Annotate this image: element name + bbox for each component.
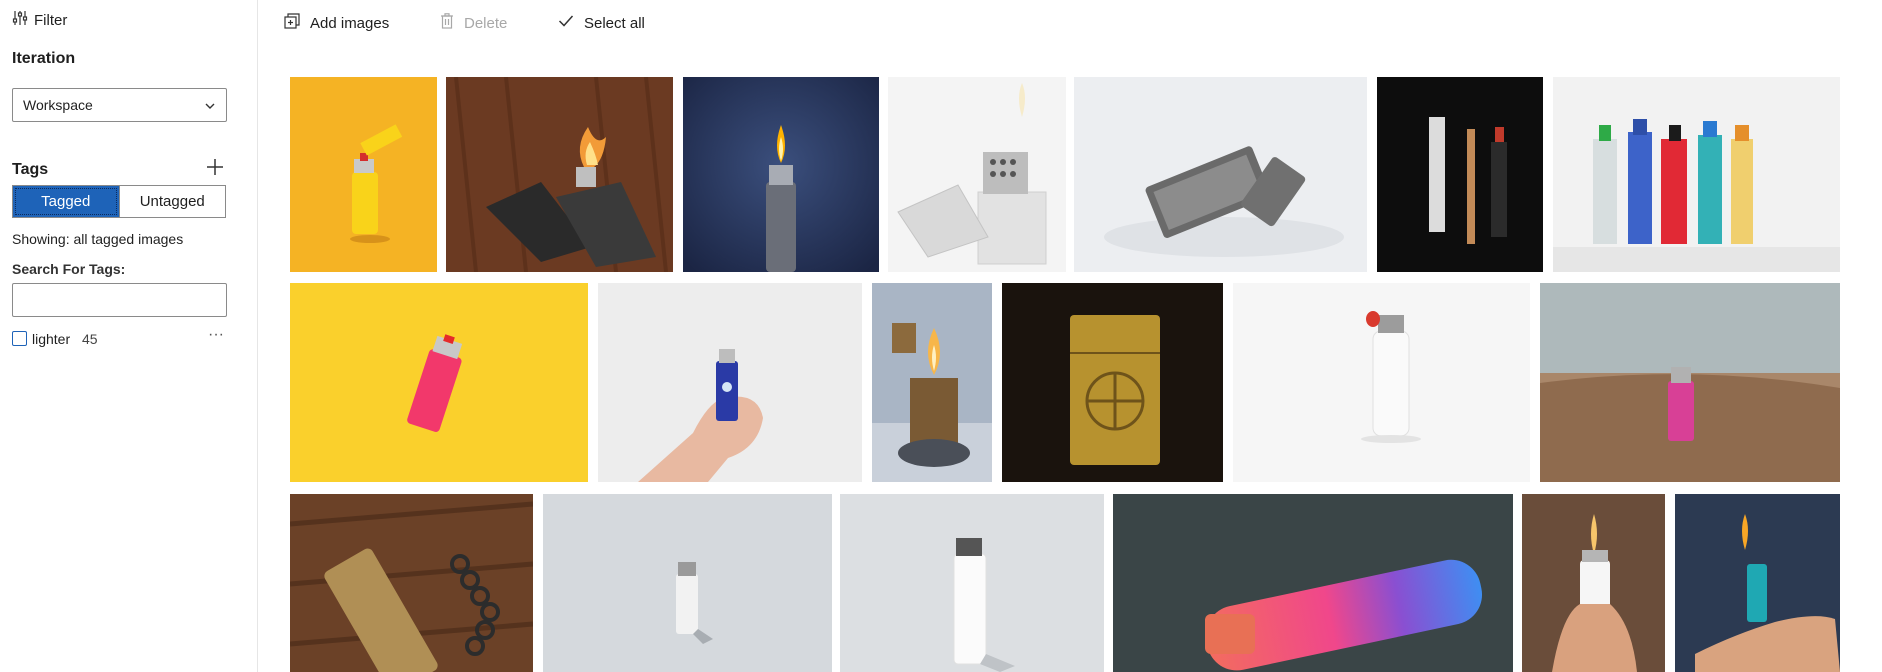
image-yellow-bic-lighter[interactable] — [290, 77, 437, 272]
image-white-lighter[interactable] — [1233, 283, 1530, 482]
app-window: Filter Iteration Workspace Tags Tagged U… — [0, 0, 1882, 672]
tag-list-item: lighter 45 ··· — [12, 326, 227, 348]
plus-icon — [206, 159, 224, 180]
tags-title: Tags — [12, 161, 49, 178]
showing-status: Showing: all tagged images — [12, 231, 184, 247]
search-tags-input[interactable] — [12, 283, 227, 317]
add-images-button[interactable]: Add images — [284, 12, 389, 34]
image-three-items-black[interactable] — [1377, 77, 1543, 272]
image-gradient-lighter[interactable] — [1113, 494, 1513, 672]
image-vintage-brass-lighter[interactable] — [872, 283, 992, 482]
image-zippo-on-wood[interactable] — [446, 77, 673, 272]
image-small-white-lighter[interactable] — [543, 494, 832, 672]
toolbar: Add images Delete Select all — [258, 0, 1882, 46]
search-tags-label: Search For Tags: — [12, 261, 126, 277]
more-options-icon[interactable]: ··· — [208, 326, 224, 344]
image-tall-white-lighter[interactable] — [840, 494, 1104, 672]
iteration-title: Iteration — [12, 50, 76, 67]
select-all-button[interactable]: Select all — [558, 12, 645, 34]
image-palm-lighter-flame[interactable] — [1675, 494, 1840, 672]
chevron-down-icon — [204, 97, 216, 113]
tag-count: 45 — [82, 331, 98, 347]
image-engraved-zippo[interactable] — [1074, 77, 1367, 272]
filter-icon — [12, 10, 28, 30]
image-pink-lighter-sand[interactable] — [1540, 283, 1840, 482]
tab-untagged[interactable]: Untagged — [118, 186, 226, 217]
image-hand-holding-lighter[interactable] — [598, 283, 862, 482]
filter-label: Filter — [34, 11, 68, 29]
delete-label: Delete — [464, 14, 508, 32]
tag-checkbox[interactable] — [12, 331, 27, 346]
delete-button[interactable]: Delete — [440, 12, 507, 34]
image-lighter-flame-blue[interactable] — [683, 77, 879, 272]
trash-icon — [440, 13, 454, 33]
iteration-select-value: Workspace — [23, 97, 93, 113]
image-hand-white-lighter[interactable] — [1522, 494, 1665, 672]
iteration-select[interactable]: Workspace — [12, 88, 227, 122]
image-brass-lighter-chain[interactable] — [290, 494, 533, 672]
tag-name: lighter — [32, 331, 71, 347]
image-silver-zippo-white[interactable] — [888, 77, 1066, 272]
image-pink-lighter-yellow[interactable] — [290, 283, 588, 482]
image-colorful-lighters-row[interactable] — [1553, 77, 1840, 272]
add-images-label: Add images — [310, 14, 390, 32]
filter-button[interactable]: Filter — [12, 10, 67, 30]
add-tag-button[interactable] — [206, 158, 224, 176]
checkmark-icon — [558, 14, 574, 32]
sidebar: Filter Iteration Workspace Tags Tagged U… — [0, 0, 258, 672]
select-all-label: Select all — [584, 14, 645, 32]
tab-tagged[interactable]: Tagged — [13, 186, 119, 217]
tagged-untagged-toggle: Tagged Untagged — [12, 185, 226, 218]
image-gold-ornate-zippo[interactable] — [1002, 283, 1223, 482]
add-image-icon — [284, 13, 300, 33]
